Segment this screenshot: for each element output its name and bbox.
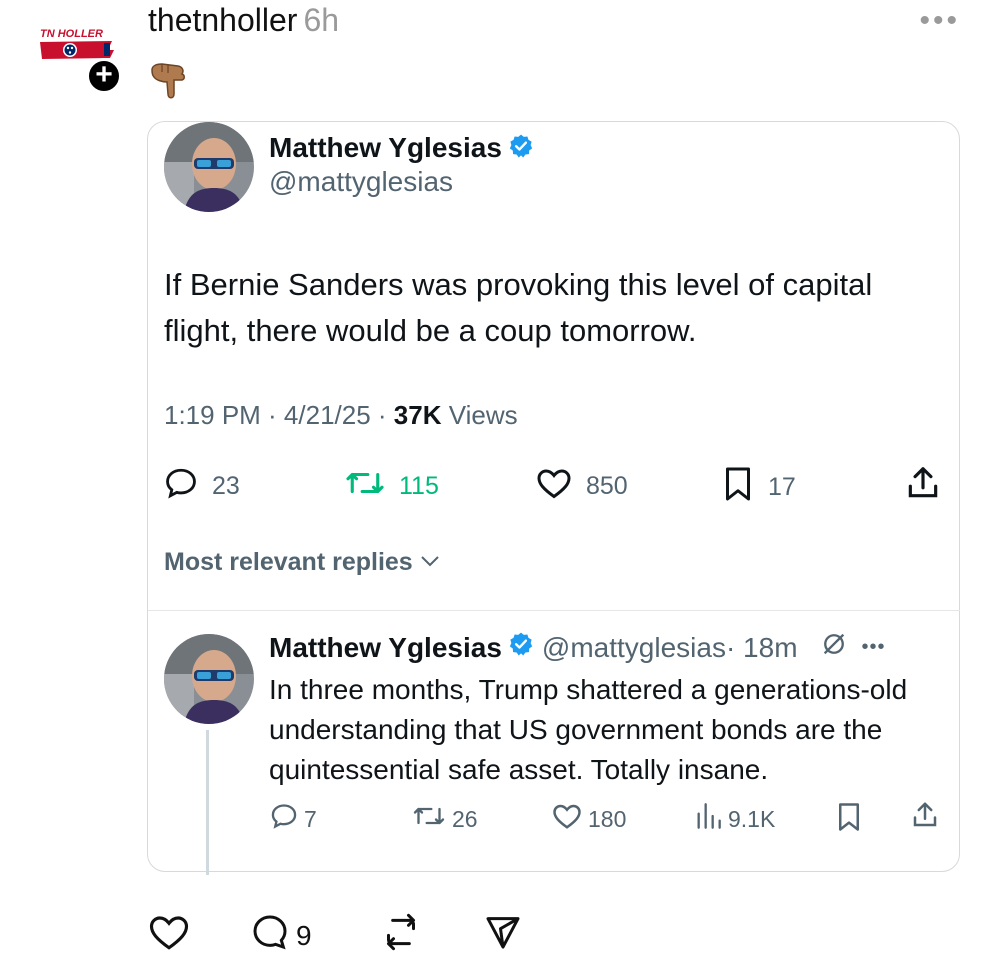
share-icon[interactable] [904,464,942,507]
reply-bookmark-icon[interactable] [836,802,862,837]
post-username[interactable]: thetnholler 6h [148,2,339,39]
thread-line [206,730,209,875]
reply-count: 23 [212,472,240,500]
reply-views-count: 9.1K [728,805,776,832]
heart-icon [552,802,582,836]
reply-bubble-icon [164,466,198,507]
more-options-icon[interactable]: ••• [919,4,960,38]
views-count: 37K [393,400,442,430]
post-time: 6h [303,2,340,38]
pointing-down-emoji [148,60,190,102]
author-name[interactable]: Matthew Yglesias [269,132,502,164]
repost-action[interactable]: 115 [345,466,439,507]
repost-icon [412,802,446,836]
reply-author-name[interactable]: Matthew Yglesias [269,632,502,664]
heart-icon [536,466,572,507]
tweet-text: If Bernie Sanders was provoking this lev… [164,267,873,348]
reply-author-avatar[interactable] [164,634,254,724]
author-info[interactable]: Matthew Yglesias @mattyglesias [269,132,534,198]
repost-icon [345,466,385,507]
relevant-label: Most relevant replies [164,548,413,576]
tweet-timestamp[interactable]: 1:19 PM · 4/21/25 · [164,400,394,430]
logo-text: TN HOLLER [40,28,103,40]
author-avatar[interactable] [164,122,254,212]
most-relevant-replies-dropdown[interactable]: Most relevant replies [164,548,441,577]
grok-icon[interactable] [820,630,848,665]
post-send-button[interactable] [482,912,524,957]
bookmark-icon [722,466,754,509]
reply-action[interactable]: 23 [164,466,240,507]
bookmark-action[interactable]: 17 [722,466,796,509]
like-count: 850 [586,472,628,500]
reply-views-action[interactable]: 9.1K [694,802,775,836]
reply-like-count: 180 [588,805,627,832]
tweet-meta: 1:19 PM · 4/21/25 · 37K Views [164,400,518,431]
reply-more-icon[interactable]: ••• [862,636,886,659]
reply-reply-action[interactable]: 7 [270,802,317,836]
repost-count: 115 [399,472,439,500]
reply-repost-count: 26 [452,805,478,832]
reply-repost-action[interactable]: 26 [412,802,478,836]
reply-like-action[interactable]: 180 [552,802,626,836]
reply-time: · 18m [725,631,798,663]
post-comment-button[interactable]: 9 [250,912,312,959]
comment-count: 9 [296,919,312,951]
views-label: Views [441,400,518,430]
post-like-button[interactable] [148,912,190,957]
username-text[interactable]: thetnholler [148,2,297,38]
comment-bubble-icon [250,912,290,959]
follow-plus-button[interactable]: + [86,58,122,94]
chevron-down-icon [419,548,441,577]
reply-reply-count: 7 [304,805,317,832]
reply-share-icon[interactable] [910,800,940,835]
reply-header[interactable]: Matthew Yglesias @mattyglesias · 18m ••• [269,630,886,665]
divider [148,610,960,611]
like-action[interactable]: 850 [536,466,628,507]
views-chart-icon [694,802,722,836]
post-repost-button[interactable] [380,912,422,957]
author-handle[interactable]: @mattyglesias [269,166,534,198]
reply-author-handle[interactable]: @mattyglesias [542,632,726,664]
reply-text: In three months, Trump shattered a gener… [269,674,908,785]
verified-badge-icon [508,631,534,664]
reply-bubble-icon [270,802,298,836]
bookmark-count: 17 [768,473,796,501]
verified-badge-icon [508,133,534,164]
